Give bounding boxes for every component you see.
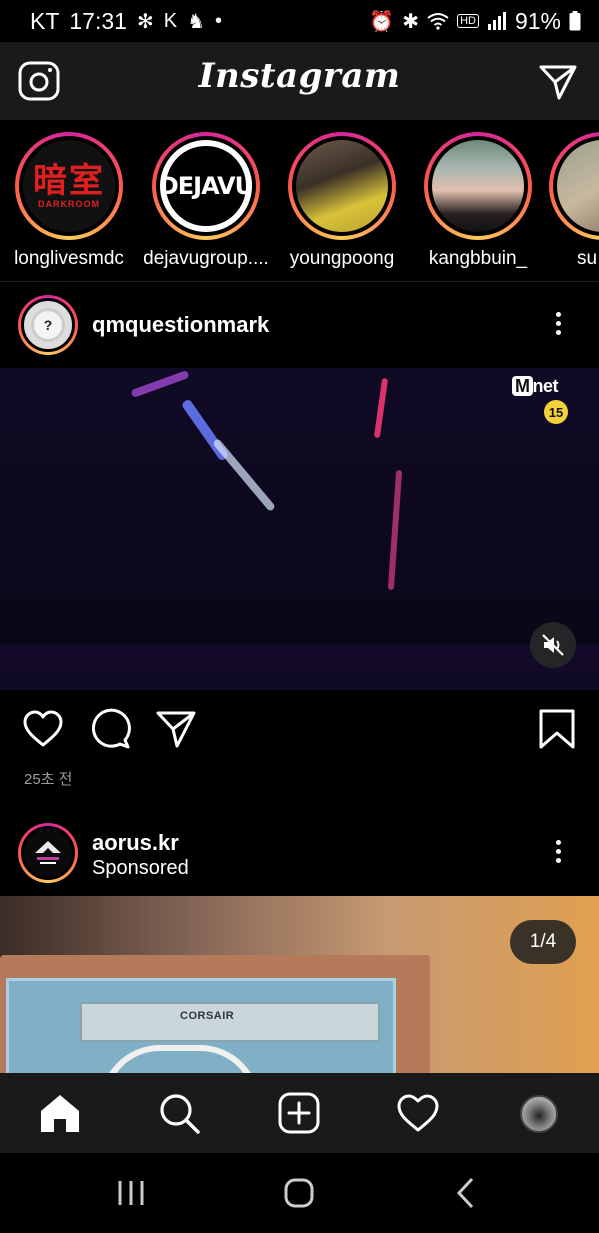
story-item[interactable]: su — [549, 132, 599, 270]
story-username: kangbbuin_ — [428, 248, 528, 269]
direct-messages-icon[interactable] — [538, 62, 578, 102]
speaker-muted-icon — [542, 634, 564, 656]
post-username[interactable]: qmquestionmark — [92, 312, 269, 338]
post-timestamp: 25초 전 — [24, 771, 73, 788]
comment-icon[interactable] — [89, 708, 131, 750]
story-avatar — [296, 140, 388, 232]
carousel-counter: 1/4 — [510, 920, 576, 964]
alarm-icon: ⏰ — [369, 10, 395, 33]
radiator-panel — [80, 1002, 380, 1042]
story-avatar: DEJAVU — [160, 140, 252, 232]
notification-app-icon: ♞ — [187, 10, 205, 33]
hd-voice-badge: HD — [457, 14, 479, 28]
post-header: ? qmquestionmark — [0, 282, 599, 368]
story-username: youngpoong — [289, 248, 395, 269]
corsair-label: CORSAIR — [180, 1010, 235, 1022]
post-video[interactable] — [0, 368, 599, 690]
story-username: longlivesmdc — [14, 248, 124, 269]
post-actions — [0, 690, 599, 770]
post-username[interactable]: aorus.kr — [92, 830, 179, 856]
story-item[interactable]: 暗室 DARKROOM longlivesmdc — [4, 132, 134, 270]
story-username: dejavugroup.... — [143, 248, 269, 269]
post-header: aorus.kr Sponsored — [0, 810, 599, 896]
instagram-logo: Instagram — [198, 56, 401, 96]
aorus-logo-icon — [35, 841, 61, 864]
story-avatar — [432, 140, 524, 232]
battery-icon — [569, 11, 581, 31]
recent-apps-icon[interactable] — [111, 1173, 151, 1213]
mnet-watermark: Mnet — [512, 376, 558, 397]
profile-avatar[interactable] — [520, 1095, 558, 1133]
sponsored-label: Sponsored — [92, 857, 189, 879]
share-icon[interactable] — [155, 708, 197, 750]
app-header: Instagram — [0, 42, 599, 120]
post-options-icon[interactable] — [548, 836, 568, 876]
signal-icon — [487, 12, 506, 30]
home-icon[interactable] — [38, 1091, 82, 1135]
activity-heart-icon[interactable] — [396, 1091, 440, 1135]
battery-percent: 91% — [514, 7, 561, 34]
mute-button[interactable] — [530, 622, 576, 668]
like-heart-icon[interactable] — [22, 708, 64, 750]
status-bar: KT 17:31 ✻ K ♞ • ⏰ ✱ HD 91% — [0, 0, 599, 42]
story-item[interactable]: youngpoong — [277, 132, 407, 270]
save-bookmark-icon[interactable] — [536, 708, 578, 750]
story-username: su — [577, 248, 598, 269]
more-notifications-dot-icon: • — [215, 9, 223, 32]
carrier-label: KT — [30, 7, 60, 34]
new-post-icon[interactable] — [277, 1091, 321, 1135]
clock: 17:31 — [69, 7, 127, 34]
stories-tray: 暗室 DARKROOM longlivesmdc DEJAVU dejavugr… — [0, 120, 599, 282]
story-avatar: 暗室 DARKROOM — [23, 140, 115, 232]
age-rating-badge: 15 — [544, 400, 568, 424]
notification-fan-icon: ✻ — [136, 10, 154, 33]
home-button-icon[interactable] — [279, 1173, 319, 1213]
post-avatar[interactable] — [18, 823, 78, 883]
android-navigation-bar — [0, 1153, 599, 1233]
story-item[interactable]: DEJAVU dejavugroup.... — [141, 132, 271, 270]
back-icon[interactable] — [446, 1173, 486, 1213]
post-avatar[interactable]: ? — [18, 295, 78, 355]
search-icon[interactable] — [157, 1091, 201, 1135]
bottom-nav — [0, 1073, 599, 1153]
story-avatar — [557, 140, 599, 232]
post-options-icon[interactable] — [548, 308, 568, 348]
wifi-icon — [427, 13, 449, 30]
story-item[interactable]: kangbbuin_ — [413, 132, 543, 270]
notification-kakao-icon: K — [163, 9, 178, 32]
question-mark-logo: ? — [34, 311, 62, 339]
bluetooth-icon: ✱ — [402, 10, 420, 33]
